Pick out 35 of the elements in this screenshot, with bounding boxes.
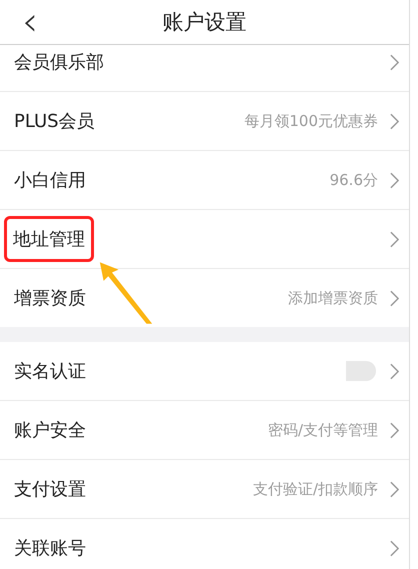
row-label: 实名认证 <box>13 360 87 384</box>
row-label: 会员俱乐部 <box>13 51 105 75</box>
chevron-right-icon <box>390 172 399 188</box>
row-label: 小白信用 <box>13 169 87 193</box>
chevron-right-icon <box>390 422 399 438</box>
chevron-right-icon <box>390 480 399 498</box>
chevron-right-icon <box>390 230 399 248</box>
back-button[interactable]: ‹ <box>18 0 42 44</box>
chevron-right-icon <box>390 112 399 130</box>
chevron-right-icon <box>390 362 399 380</box>
row-label: 支付设置 <box>13 478 87 502</box>
settings-row[interactable]: PLUS会员 每月领100元优惠券 <box>0 92 409 151</box>
settings-row[interactable]: 关联账号 <box>0 519 409 569</box>
settings-row[interactable]: 地址管理 <box>0 210 409 269</box>
chevron-right-icon <box>390 290 399 306</box>
settings-row[interactable]: 小白信用 96.6分 <box>0 151 409 210</box>
row-label: 账户安全 <box>13 419 87 443</box>
row-label: 增票资质 <box>13 287 87 311</box>
settings-row[interactable]: 增票资质 添加增票资质 <box>0 269 409 327</box>
pointer-arrow <box>98 260 154 326</box>
row-value: 支付验证/扣款顺序 <box>252 480 378 498</box>
settings-row[interactable]: 实名认证 <box>0 342 409 401</box>
chevron-right-icon <box>390 54 399 70</box>
row-value: 每月领100元优惠券 <box>244 112 378 130</box>
row-label: 关联账号 <box>13 537 87 561</box>
row-value: 密码/支付等管理 <box>268 420 378 440</box>
row-label: PLUS会员 <box>13 110 96 134</box>
row-label: 地址管理 <box>7 219 91 259</box>
settings-row[interactable]: 账户安全 密码/支付等管理 <box>0 401 409 460</box>
page-title: 账户设置 <box>162 9 246 36</box>
chevron-right-icon <box>390 540 399 556</box>
row-value: 添加增票资质 <box>288 288 378 308</box>
row-value: 96.6分 <box>330 170 378 190</box>
settings-row[interactable]: 支付设置 支付验证/扣款顺序 <box>0 460 409 519</box>
settings-row[interactable]: 会员俱乐部 <box>0 45 409 92</box>
